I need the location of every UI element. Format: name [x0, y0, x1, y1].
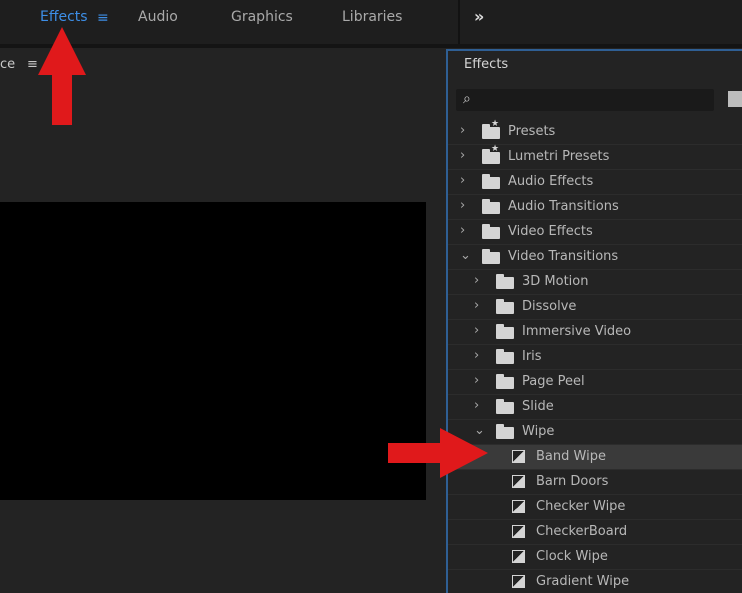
tree-item-label: Dissolve: [522, 299, 577, 314]
chevron-right-icon[interactable]: ›: [460, 123, 465, 138]
preset-folder-icon: [482, 144, 500, 164]
effect-item[interactable]: Barn Doors: [448, 470, 742, 495]
tree-item-label: Barn Doors: [536, 474, 609, 489]
tree-item-label: Video Transitions: [508, 249, 619, 264]
transition-icon: [512, 500, 525, 513]
preset-folder-icon: [482, 119, 500, 139]
tree-item-label: Band Wipe: [536, 449, 606, 464]
tree-item-label: CheckerBoard: [536, 524, 628, 539]
folder-icon: [482, 199, 500, 214]
chevron-right-icon[interactable]: ›: [474, 348, 479, 363]
workspace-divider: [458, 0, 460, 44]
tree-item-label: Page Peel: [522, 374, 585, 389]
workspace-tab-libraries[interactable]: Libraries: [342, 9, 402, 25]
folder-item[interactable]: › Dissolve: [448, 295, 742, 320]
workspace-menu-icon[interactable]: ≡: [97, 10, 109, 26]
effect-item[interactable]: Band Wipe: [448, 445, 742, 470]
transition-icon: [512, 475, 525, 488]
tree-item-label: 3D Motion: [522, 274, 589, 289]
workspace-tab-audio[interactable]: Audio: [138, 9, 178, 25]
tree-item-label: Presets: [508, 124, 556, 139]
folder-item[interactable]: › 3D Motion: [448, 270, 742, 295]
folder-icon: [496, 374, 514, 389]
transition-icon: [512, 450, 525, 463]
annotation-arrow-up: [38, 27, 86, 125]
effects-panel: Effects ⌕ › Presets › Lumetri Presets › Audio…: [446, 49, 742, 593]
source-panel-menu-icon[interactable]: ≡: [27, 57, 38, 72]
folder-icon: [482, 174, 500, 189]
folder-icon: [496, 349, 514, 364]
transition-icon: [512, 575, 525, 588]
transition-icon: [512, 550, 525, 563]
transition-icon: [512, 525, 525, 538]
folder-icon: [496, 274, 514, 289]
search-box: ⌕: [456, 89, 714, 111]
tree-item-label: Audio Effects: [508, 174, 594, 189]
workspace-tab-effects[interactable]: Effects: [40, 9, 88, 25]
workspace-tab-graphics[interactable]: Graphics: [231, 9, 293, 25]
folder-item[interactable]: ⌄ Video Transitions: [448, 245, 742, 270]
chevron-right-icon[interactable]: ›: [474, 298, 479, 313]
folder-icon: [496, 399, 514, 414]
chevron-right-icon[interactable]: ›: [474, 273, 479, 288]
folder-item[interactable]: › Audio Effects: [448, 170, 742, 195]
tree-item-label: Video Effects: [508, 224, 593, 239]
effect-item[interactable]: CheckerBoard: [448, 520, 742, 545]
folder-item[interactable]: › Page Peel: [448, 370, 742, 395]
source-panel-tab[interactable]: ce: [0, 57, 15, 72]
folder-item[interactable]: › Slide: [448, 395, 742, 420]
tree-item-label: Slide: [522, 399, 554, 414]
chevron-right-icon[interactable]: ›: [474, 373, 479, 388]
chevron-right-icon[interactable]: ›: [460, 223, 465, 238]
chevron-down-icon[interactable]: ⌄: [460, 248, 471, 263]
folder-item[interactable]: › Iris: [448, 345, 742, 370]
effect-item[interactable]: Clock Wipe: [448, 545, 742, 570]
tree-item-label: Clock Wipe: [536, 549, 608, 564]
folder-item[interactable]: › Audio Transitions: [448, 195, 742, 220]
tree-item-label: Iris: [522, 349, 542, 364]
tree-item-label: Immersive Video: [522, 324, 632, 339]
folder-icon: [496, 324, 514, 339]
chevron-right-icon[interactable]: ›: [460, 173, 465, 188]
folder-item[interactable]: ⌄ Wipe: [448, 420, 742, 445]
effects-panel-title[interactable]: Effects: [464, 57, 508, 72]
folder-item[interactable]: › Presets: [448, 119, 742, 145]
folder-icon: [482, 224, 500, 239]
tree-item-label: Audio Transitions: [508, 199, 619, 214]
more-workspaces-icon[interactable]: »: [474, 7, 484, 26]
folder-icon: [496, 424, 514, 439]
search-icon: ⌕: [463, 91, 471, 107]
effect-item[interactable]: Gradient Wipe: [448, 570, 742, 593]
chevron-right-icon[interactable]: ›: [474, 398, 479, 413]
tree-item-label: Wipe: [522, 424, 555, 439]
tree-item-label: Lumetri Presets: [508, 149, 610, 164]
folder-item[interactable]: › Video Effects: [448, 220, 742, 245]
new-bin-icon[interactable]: [728, 91, 742, 107]
chevron-right-icon[interactable]: ›: [460, 198, 465, 213]
folder-item[interactable]: › Immersive Video: [448, 320, 742, 345]
folder-icon: [482, 249, 500, 264]
annotation-arrow-right: [388, 428, 488, 478]
chevron-right-icon[interactable]: ›: [474, 323, 479, 338]
chevron-right-icon[interactable]: ›: [460, 148, 465, 163]
source-monitor-panel: ce ≡: [0, 48, 444, 593]
folder-item[interactable]: › Lumetri Presets: [448, 144, 742, 170]
folder-icon: [496, 299, 514, 314]
tree-item-label: Checker Wipe: [536, 499, 626, 514]
search-input[interactable]: [480, 91, 710, 109]
tree-item-label: Gradient Wipe: [536, 574, 630, 589]
effect-item[interactable]: Checker Wipe: [448, 495, 742, 520]
workspace-bar: Effects ≡ Audio Graphics Libraries »: [0, 0, 742, 44]
effects-tree: › Presets › Lumetri Presets › Audio Effects › A…: [448, 119, 742, 593]
video-preview: [0, 202, 426, 500]
